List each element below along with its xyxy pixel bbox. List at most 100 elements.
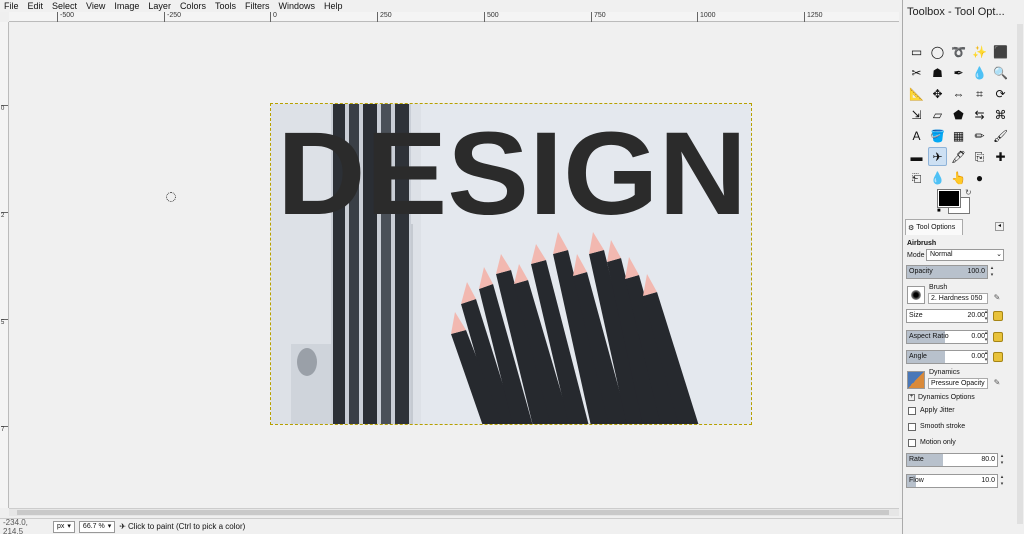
dynamics-icon[interactable] [907,371,925,389]
bucket-fill-icon[interactable]: 🪣 [928,126,947,145]
menu-filters[interactable]: Filters [245,0,270,12]
crop-icon[interactable]: ⌗ [970,84,989,103]
image-canvas[interactable]: DESIGN [10,23,899,508]
text-icon[interactable]: A [907,126,926,145]
zoom-select[interactable]: 66.7 % ▾ [78,520,116,533]
chevron-down-icon: ⌄ [996,251,1002,258]
dynamics-field[interactable]: Pressure Opacity [928,378,988,389]
menu-layer[interactable]: Layer [148,0,171,12]
perspective-icon[interactable]: ⬟ [949,105,968,124]
menu-file[interactable]: File [4,0,19,12]
reset-angle-button[interactable] [993,352,1003,362]
edit-brush-icon[interactable]: ✎ [992,293,1002,303]
flow-spinner[interactable]: ▴ ▾ [999,474,1005,488]
blur-icon[interactable]: 💧 [928,168,947,187]
menu-view[interactable]: View [86,0,105,12]
swap-colors-icon[interactable]: ↻ [965,188,972,197]
color-picker-icon[interactable]: 💧 [970,63,989,82]
foreground-color-swatch[interactable] [937,189,961,208]
rect-select-icon[interactable]: ▭ [907,42,926,61]
aspect-ratio-slider[interactable]: Aspect Ratio 0.00 [906,330,988,344]
tab-menu-button[interactable]: ◂ [995,222,1004,231]
fuzzy-select-icon[interactable]: ✨ [970,42,989,61]
tab-tool-options[interactable]: ⚙ Tool Options [905,219,963,235]
design-photo: DESIGN [271,104,751,424]
ink-icon[interactable]: 🖋 [949,147,968,166]
menu-help[interactable]: Help [324,0,343,12]
flow-value: 10.0 [981,477,995,484]
flip-icon[interactable]: ⇆ [970,105,989,124]
dynamics-options-label[interactable]: Dynamics Options [918,394,975,401]
lasso-icon[interactable]: ➰ [949,42,968,61]
menu-tools[interactable]: Tools [215,0,236,12]
opacity-spinner[interactable]: ▴ ▾ [989,265,995,279]
smudge-icon[interactable]: 👆 [949,168,968,187]
shear-icon[interactable]: ▱ [928,105,947,124]
ruler-label: 250 [377,12,392,22]
angle-slider[interactable]: Angle 0.00 [906,350,988,364]
by-color-select-icon[interactable]: ⬛ [991,42,1010,61]
size-slider[interactable]: Size 20.00 [906,309,988,323]
dock-scrollbar[interactable] [1017,24,1023,524]
heal-icon[interactable]: ✚ [991,147,1010,166]
horizontal-ruler[interactable]: -500 -250 0 250 500 750 1000 1250 [9,12,899,22]
dodge-burn-icon[interactable]: ● [970,168,989,187]
pencil-icon[interactable]: ✏ [970,126,989,145]
rotate-icon[interactable]: ⟳ [991,84,1010,103]
ruler-label: 1000 [697,12,716,22]
zoom-icon[interactable]: 🔍 [991,63,1010,82]
tools-grid: ▭ ◯ ➰ ✨ ⬛ ✂ ☗ ✒ 💧 🔍 📐 ✥ ⇔ ⌗ ⟳ ⇲ ▱ ⬟ ⇆ ⌘ A 🪣 ▦ ✏ 🖌 ▬ ✈ 🖋 ⎘ ✚ ⎗ 💧 👆 ● [907,42,1011,189]
unit-select[interactable]: px ▾ [53,520,75,533]
rate-spinner[interactable]: ▴ ▾ [999,453,1005,467]
measure-icon[interactable]: 📐 [907,84,926,103]
perspective-clone-icon[interactable]: ⎗ [907,168,926,187]
smooth-stroke-checkbox[interactable] [908,423,916,431]
ellipse-select-icon[interactable]: ◯ [928,42,947,61]
scissors-select-icon[interactable]: ✂ [907,63,926,82]
aspect-value: 0.00 [971,333,985,340]
default-colors-icon[interactable]: ■ [937,208,941,214]
gradient-icon[interactable]: ▦ [949,126,968,145]
ruler-label: 750 [591,12,606,22]
airbrush-icon: ✈ [119,522,126,531]
airbrush-icon[interactable]: ✈ [928,147,947,166]
scrollbar-thumb[interactable] [17,510,889,515]
horizontal-scrollbar[interactable] [9,508,899,516]
menu-colors[interactable]: Colors [180,0,206,12]
chevron-down-icon: ▾ [107,522,112,530]
motion-only-checkbox[interactable] [908,439,916,447]
apply-jitter-checkbox[interactable] [908,407,916,415]
ruler-label: 0 [1,105,8,112]
opacity-slider[interactable]: Opacity 100.0 [906,265,988,279]
vertical-ruler[interactable]: 0 2 5 7 [0,22,9,508]
mode-dropdown[interactable]: Normal ⌄ [926,249,1004,261]
eraser-icon[interactable]: ▬ [907,147,926,166]
paintbrush-icon[interactable]: 🖌 [991,126,1010,145]
expand-icon[interactable]: + [908,394,915,401]
tool-options-icon: ⚙ [908,224,915,232]
ruler-label: -500 [57,12,74,22]
menu-windows[interactable]: Windows [278,0,315,12]
move-icon[interactable]: ✥ [928,84,947,103]
reset-size-button[interactable] [993,311,1003,321]
align-icon[interactable]: ⇔ [949,84,968,103]
foreground-select-icon[interactable]: ☗ [928,63,947,82]
rate-slider[interactable]: Rate 80.0 [906,453,998,467]
image-layer[interactable]: DESIGN [270,103,752,425]
menu-image[interactable]: Image [114,0,139,12]
brush-preview[interactable] [907,286,925,304]
ruler-label: 0 [270,12,277,22]
scale-icon[interactable]: ⇲ [907,105,926,124]
reset-aspect-button[interactable] [993,332,1003,342]
menu-edit[interactable]: Edit [28,0,44,12]
ruler-label: 500 [484,12,499,22]
ruler-label: 7 [1,426,8,433]
cage-icon[interactable]: ⌘ [991,105,1010,124]
edit-dynamics-icon[interactable]: ✎ [992,378,1002,388]
menu-select[interactable]: Select [52,0,77,12]
brush-name-field[interactable]: 2. Hardness 050 [928,293,988,304]
paths-icon[interactable]: ✒ [949,63,968,82]
flow-slider[interactable]: Flow 10.0 [906,474,998,488]
clone-icon[interactable]: ⎘ [970,147,989,166]
unit-value: px [57,522,65,530]
